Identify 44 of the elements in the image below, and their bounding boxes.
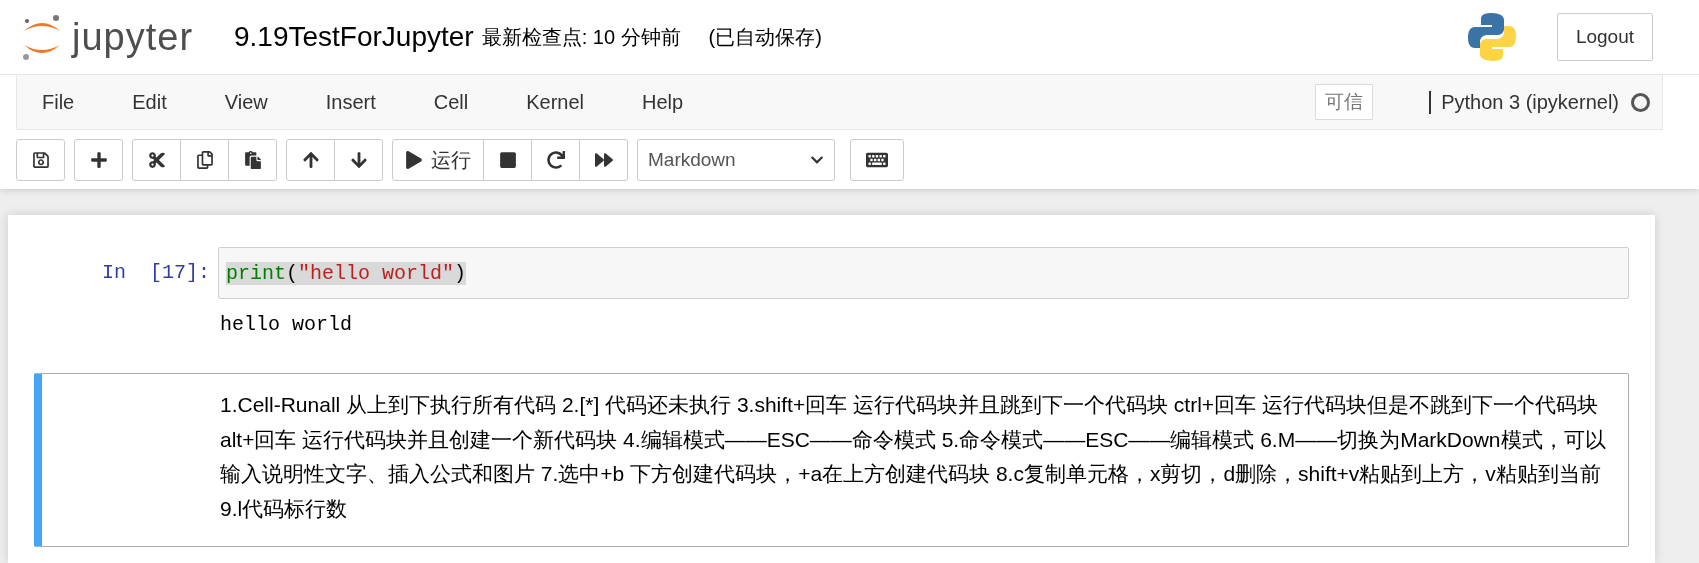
logout-button[interactable]: Logout bbox=[1556, 13, 1653, 61]
save-button[interactable] bbox=[16, 139, 65, 181]
checkpoint-status: 最新检查点: 10 分钟前 bbox=[481, 24, 681, 50]
stop-button[interactable] bbox=[483, 139, 532, 181]
play-icon bbox=[405, 151, 423, 169]
copy-button[interactable] bbox=[180, 139, 229, 181]
cell-output: hello world bbox=[219, 312, 354, 338]
markdown-cell[interactable] bbox=[34, 373, 1629, 547]
paste-icon bbox=[243, 151, 262, 169]
trusted-indicator[interactable]: 可信 bbox=[1315, 84, 1374, 120]
restart-button[interactable] bbox=[531, 139, 580, 181]
code-input[interactable]: print("hello world") bbox=[218, 247, 1629, 299]
keyboard-shortcuts-button[interactable] bbox=[850, 139, 904, 181]
restart-icon bbox=[546, 151, 565, 169]
cell-prompt: In [17]: bbox=[100, 260, 211, 284]
fast-forward-icon bbox=[594, 151, 613, 169]
menu-item[interactable]: File bbox=[25, 90, 94, 114]
menu-item[interactable]: View bbox=[207, 90, 287, 114]
jupyter-wordmark: jupyter bbox=[72, 15, 194, 59]
scissors-icon bbox=[147, 151, 166, 169]
run-all-button[interactable] bbox=[579, 139, 628, 181]
menu-item[interactable]: Help bbox=[625, 90, 703, 114]
arrow-down-icon bbox=[349, 151, 368, 169]
kernel-name: Python 3 (ipykernel) bbox=[1429, 90, 1619, 114]
paste-button[interactable] bbox=[228, 139, 277, 181]
menu-item[interactable]: Kernel bbox=[509, 90, 603, 114]
menu-item[interactable]: Cell bbox=[416, 90, 488, 114]
plus-icon bbox=[89, 151, 108, 169]
stop-icon bbox=[498, 151, 517, 169]
kernel-idle-icon bbox=[1631, 92, 1650, 112]
cell-type-select[interactable]: Markdown bbox=[637, 139, 835, 181]
python-logo-icon bbox=[1466, 11, 1517, 63]
menu-item[interactable]: Edit bbox=[115, 90, 186, 114]
autosave-status: (已自动保存) bbox=[708, 24, 822, 50]
add-cell-button[interactable] bbox=[74, 139, 123, 181]
notebook-name[interactable]: 9.19TestForJupyter bbox=[234, 21, 474, 53]
cut-button[interactable] bbox=[132, 139, 181, 181]
menu-item[interactable]: Insert bbox=[308, 90, 395, 114]
markdown-text: 1.Cell-Runall 从上到下执行所有代码 2.[*] 代码还未执行 3.shift+回车 运行代码块并且跳到下一个代码块 ctrl+回车 运行代码块但是不跳到下一个代码块 alt+回车 运行代码块并且创建一个新代码块 4.编辑模式——ESC——命令模式 5.命令模式——ESC——编辑模式 6.M——切换为MarkDown模式，可以输入说明性文字、插入公式和图片 7.选中+b 下方创建代码块，+a在上方创建代码块 8.c复制单元格，x剪切，d删除，shift+v粘贴到上方，v粘贴到当前 9.l代码标行数 bbox=[220, 392, 1607, 522]
copy-icon bbox=[195, 151, 214, 169]
arrow-up-icon bbox=[301, 151, 320, 169]
run-button[interactable]: 运行 bbox=[392, 139, 484, 181]
move-up-button[interactable] bbox=[286, 139, 335, 181]
move-down-button[interactable] bbox=[334, 139, 383, 181]
